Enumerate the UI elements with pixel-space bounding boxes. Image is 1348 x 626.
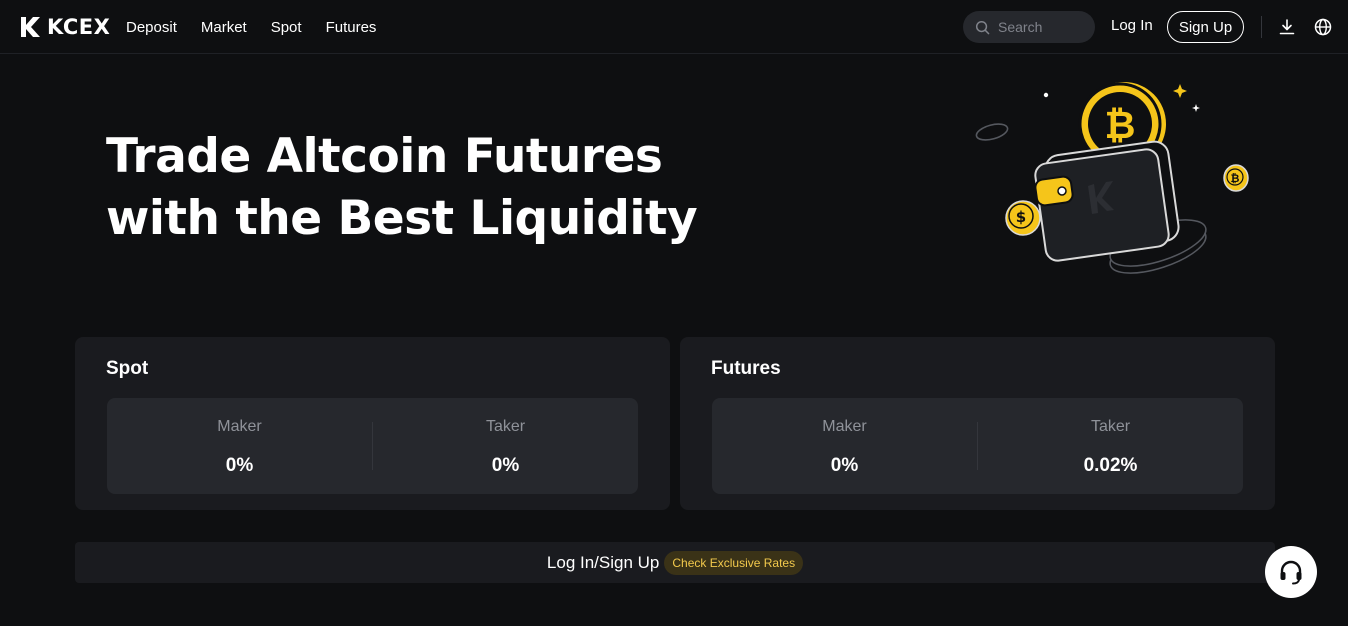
globe-icon [1314, 18, 1332, 36]
coin-outline-left [975, 123, 1009, 141]
spot-taker-column: Taker 0% [373, 398, 638, 494]
futures-fee-panel: Maker 0% Taker 0.02% [712, 398, 1243, 494]
nav-item-market[interactable]: Market [201, 19, 247, 36]
hero-title: Trade Altcoin Futures with the Best Liqu… [106, 126, 726, 250]
nav-item-deposit[interactable]: Deposit [126, 19, 177, 36]
login-banner: Log In/Sign Up Check Exclusive Rates [75, 542, 1275, 583]
nav-item-futures[interactable]: Futures [326, 19, 377, 36]
sparkle-star [1173, 84, 1187, 98]
sparkle-star-small [1192, 104, 1200, 112]
kcex-logo[interactable]: KCEX [19, 15, 110, 39]
logo-text: KCEX [47, 15, 111, 39]
spot-fee-panel: Maker 0% Taker 0% [107, 398, 638, 494]
headset-icon [1280, 560, 1302, 585]
hero-title-line-1: Trade Altcoin Futures [106, 129, 663, 184]
spot-fee-card: Spot Maker 0% Taker 0% [75, 337, 670, 510]
spot-taker-label: Taker [485, 418, 526, 435]
main-nav: Deposit Market Spot Futures [126, 0, 376, 54]
search-input[interactable] [998, 19, 1084, 35]
spot-maker-label: Maker [217, 418, 262, 435]
spot-card-title: Spot [106, 358, 149, 379]
hero-title-line-2: with the Best Liquidity [106, 191, 698, 246]
futures-maker-column: Maker 0% [712, 398, 977, 494]
login-link[interactable]: Log In [1111, 17, 1153, 34]
spot-maker-value: 0% [225, 455, 254, 476]
bitcoin-symbol: ₿ [1105, 103, 1136, 147]
language-button[interactable] [1313, 17, 1333, 37]
futures-taker-value: 0.02% [1083, 455, 1138, 476]
futures-fee-card: Futures Maker 0% Taker 0.02% [680, 337, 1275, 510]
search-box[interactable] [963, 11, 1095, 43]
signup-button[interactable]: Sign Up [1167, 11, 1244, 43]
wallet-bitcoin-illustration: ₿ $ ₿ [975, 82, 1249, 274]
customer-support-button[interactable] [1265, 546, 1317, 598]
nav-item-spot[interactable]: Spot [271, 19, 302, 36]
svg-text:$: $ [1016, 208, 1026, 226]
banner-login-signup-link[interactable]: Log In/Sign Up [547, 553, 659, 573]
download-button[interactable] [1277, 17, 1297, 37]
kcex-logo-icon [21, 17, 40, 37]
exclusive-rates-badge[interactable]: Check Exclusive Rates [664, 550, 804, 575]
top-navigation-bar: KCEX Deposit Market Spot Futures Log In … [0, 0, 1348, 54]
futures-taker-column: Taker 0.02% [978, 398, 1243, 494]
svg-text:₿: ₿ [1231, 172, 1240, 185]
sparkle-dot [1043, 92, 1049, 98]
download-icon [1279, 19, 1295, 35]
spot-taker-value: 0% [491, 455, 520, 476]
futures-maker-label: Maker [822, 418, 867, 435]
header-divider [1261, 16, 1262, 38]
search-icon [975, 20, 990, 34]
wallet-clasp [1034, 175, 1074, 207]
futures-taker-label: Taker [1090, 418, 1131, 435]
futures-card-title: Futures [711, 358, 781, 379]
futures-maker-value: 0% [830, 455, 859, 476]
spot-maker-column: Maker 0% [107, 398, 372, 494]
